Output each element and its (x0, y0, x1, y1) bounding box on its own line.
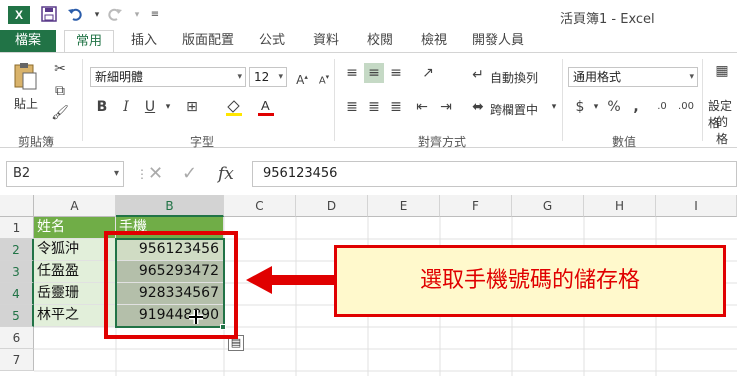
row-header-2[interactable]: 2 (0, 239, 34, 261)
paste-icon[interactable] (12, 61, 38, 91)
undo-icon[interactable] (66, 6, 84, 24)
number-group-label: 數值 (612, 135, 637, 149)
wrap-text-button[interactable]: 自動換列 (490, 69, 538, 86)
increase-indent-icon[interactable]: ⇥ (436, 97, 456, 117)
decrease-font-icon[interactable]: A▾ (314, 67, 334, 87)
number-format-select[interactable]: 通用格式 ▾ (568, 67, 698, 87)
column-header-i[interactable]: I (656, 195, 737, 217)
font-name-select[interactable]: 新細明體 ▾ (90, 67, 246, 87)
column-header-b[interactable]: B (116, 195, 224, 217)
insert-function-icon[interactable]: fx (218, 161, 234, 187)
clipboard-group-label: 剪貼簿 (18, 135, 55, 149)
ribbon-tabs: 檔案 常用 插入 版面配置 公式 資料 校閱 檢視 開發人員 (0, 30, 737, 52)
formula-bar-grip-icon: ⋮ (136, 167, 148, 181)
annotation-highlight-box (104, 231, 238, 339)
orientation-icon[interactable]: ↗ (418, 63, 438, 83)
tab-review[interactable]: 校閱 (358, 30, 402, 52)
tab-developer[interactable]: 開發人員 (466, 30, 530, 52)
enter-icon[interactable]: ✓ (182, 161, 197, 187)
font-size-select[interactable]: 12 ▾ (249, 67, 287, 87)
cancel-icon[interactable]: ✕ (148, 161, 163, 187)
font-color-icon[interactable]: A (256, 97, 276, 117)
row-header-3[interactable]: 3 (0, 261, 34, 283)
select-all-corner[interactable] (0, 195, 34, 217)
tab-page-layout[interactable]: 版面配置 (176, 30, 240, 52)
italic-icon[interactable]: I (116, 97, 136, 117)
column-header-a[interactable]: A (34, 195, 116, 217)
wrap-text-icon[interactable]: ↵ (468, 65, 488, 85)
decrease-decimal-icon[interactable]: .00 (676, 97, 696, 117)
annotation-callout: 選取手機號碼的儲存格 (334, 245, 726, 317)
redo-dropdown-icon[interactable]: ▾ (128, 6, 146, 24)
column-header-e[interactable]: E (368, 195, 440, 217)
tab-home[interactable]: 常用 (64, 30, 114, 52)
column-header-d[interactable]: D (296, 195, 368, 217)
divider (702, 59, 703, 141)
row-header-6[interactable]: 6 (0, 327, 34, 349)
row-header-4[interactable]: 4 (0, 283, 34, 305)
align-bottom-icon[interactable]: ≡ (386, 63, 406, 83)
divider (82, 59, 83, 141)
tab-data[interactable]: 資料 (304, 30, 348, 52)
tab-formulas[interactable]: 公式 (250, 30, 294, 52)
column-header-c[interactable]: C (224, 195, 296, 217)
comma-icon[interactable]: , (626, 97, 646, 117)
fill-color-icon[interactable] (224, 97, 244, 117)
name-box[interactable]: B2 ▾ (6, 161, 124, 187)
merge-center-button[interactable]: 跨欄置中 (490, 101, 538, 118)
title-bar: X ▾ ▾ ≡ 活頁簿1 - Excel (0, 0, 737, 30)
column-header-h[interactable]: H (584, 195, 656, 217)
customize-icon[interactable]: ≡ (146, 6, 164, 24)
cut-icon[interactable]: ✂ (50, 59, 70, 79)
decrease-indent-icon[interactable]: ⇤ (412, 97, 432, 117)
format-painter-icon[interactable]: 🖌 (50, 103, 70, 123)
excel-logo-icon: X (8, 6, 30, 24)
row-header-7[interactable]: 7 (0, 349, 34, 371)
align-left-icon[interactable]: ≣ (342, 97, 362, 117)
formula-input[interactable]: 956123456 (252, 161, 737, 187)
window-title: 活頁簿1 - Excel (560, 12, 655, 27)
annotation-arrow-icon (246, 266, 338, 294)
svg-text:A: A (261, 98, 270, 113)
percent-icon[interactable]: % (604, 97, 624, 117)
column-header-g[interactable]: G (512, 195, 584, 217)
save-icon[interactable] (40, 6, 58, 24)
align-right-icon[interactable]: ≣ (386, 97, 406, 117)
row-header-5[interactable]: 5 (0, 305, 34, 327)
increase-font-icon[interactable]: A▴ (292, 67, 312, 87)
paste-label[interactable]: 貼上 (14, 95, 38, 112)
copy-icon[interactable]: ⧉ (50, 81, 70, 101)
conditional-formatting-icon[interactable]: ▦ (712, 61, 732, 81)
font-group-label: 字型 (190, 135, 215, 149)
merge-dropdown-icon[interactable]: ▾ (544, 97, 564, 117)
column-header-f[interactable]: F (440, 195, 512, 217)
divider (562, 59, 563, 141)
align-middle-icon[interactable]: ≡ (364, 63, 384, 83)
tab-file[interactable]: 檔案 (0, 30, 56, 52)
bold-icon[interactable]: B (92, 97, 112, 117)
underline-icon[interactable]: U (140, 97, 160, 117)
formula-bar: B2 ▾ ⋮ ✕ ✓ fx 956123456 (0, 157, 737, 190)
row-header-1[interactable]: 1 (0, 217, 34, 239)
borders-icon[interactable]: ⊞ (182, 97, 202, 117)
ribbon: 貼上 ✂ ⧉ 🖌 剪貼簿 新細明體 ▾ 12 ▾ A▴ A▾ B I U ▾ ⊞ A… (0, 52, 737, 149)
tab-insert[interactable]: 插入 (122, 30, 166, 52)
redo-icon[interactable] (106, 6, 124, 24)
increase-decimal-icon[interactable]: .0 (652, 97, 672, 117)
conditional-formatting-label-2[interactable]: 的格 (716, 113, 737, 147)
align-center-icon[interactable]: ≣ (364, 97, 384, 117)
align-top-icon[interactable]: ≡ (342, 63, 362, 83)
alignment-group-label: 對齊方式 (418, 135, 467, 149)
undo-dropdown-icon[interactable]: ▾ (88, 6, 106, 24)
underline-dropdown-icon[interactable]: ▾ (158, 97, 178, 117)
name-box-dropdown-icon[interactable]: ▾ (114, 162, 119, 186)
formula-controls: ⋮ ✕ ✓ fx (136, 161, 246, 187)
tab-view[interactable]: 檢視 (412, 30, 456, 52)
divider (334, 59, 335, 141)
merge-center-icon[interactable]: ⬌ (468, 97, 488, 117)
currency-dropdown-icon[interactable]: ▾ (586, 97, 606, 117)
